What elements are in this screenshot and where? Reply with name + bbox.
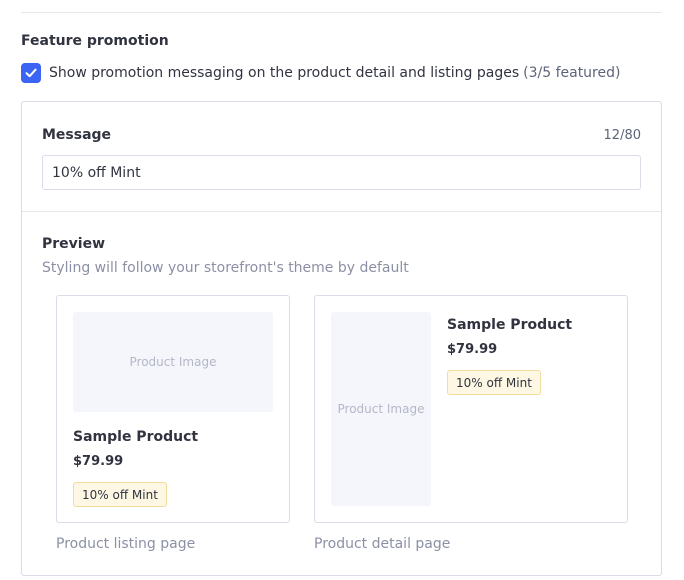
listing-promo-badge: 10% off Mint bbox=[73, 482, 167, 507]
featured-count: (3/5 featured) bbox=[523, 65, 621, 81]
listing-product-image-placeholder: Product Image bbox=[73, 312, 273, 412]
detail-product-name: Sample Product bbox=[447, 317, 573, 333]
detail-preview-card: Product Image Sample Product $79.99 10% … bbox=[314, 295, 628, 523]
preview-title: Preview bbox=[42, 236, 106, 252]
detail-preview-caption: Product detail page bbox=[314, 536, 451, 552]
promotion-checkbox-label[interactable]: Show promotion messaging on the product … bbox=[49, 65, 519, 81]
detail-promo-badge: 10% off Mint bbox=[447, 370, 541, 395]
detail-product-image-placeholder: Product Image bbox=[331, 312, 431, 506]
promotion-settings-card: Message 12/80 Preview Styling will follo… bbox=[21, 101, 662, 576]
detail-image-label: Product Image bbox=[337, 402, 425, 416]
message-label: Message bbox=[42, 127, 112, 143]
section-title: Feature promotion bbox=[21, 33, 169, 49]
listing-preview-card: Product Image Sample Product $79.99 10% … bbox=[56, 295, 290, 523]
card-divider bbox=[22, 211, 661, 212]
listing-product-price: $79.99 bbox=[73, 454, 124, 469]
message-input[interactable] bbox=[42, 155, 641, 190]
listing-preview-caption: Product listing page bbox=[56, 536, 196, 552]
message-char-counter: 12/80 bbox=[603, 128, 641, 143]
listing-image-label: Product Image bbox=[129, 355, 217, 369]
listing-product-name: Sample Product bbox=[73, 429, 199, 445]
detail-product-price: $79.99 bbox=[447, 342, 498, 357]
promotion-checkbox[interactable] bbox=[21, 63, 41, 83]
promotion-checkbox-row[interactable]: Show promotion messaging on the product … bbox=[21, 63, 620, 83]
checkmark-icon bbox=[25, 68, 37, 78]
section-divider bbox=[21, 12, 662, 13]
preview-description: Styling will follow your storefront's th… bbox=[42, 260, 409, 276]
